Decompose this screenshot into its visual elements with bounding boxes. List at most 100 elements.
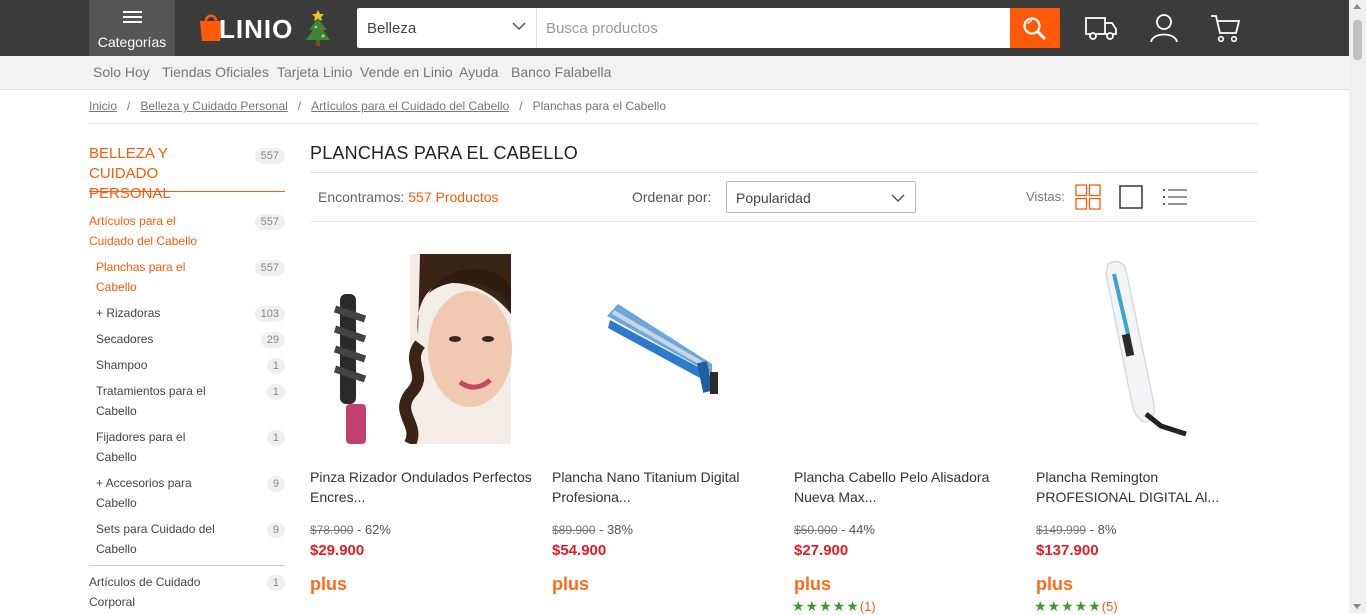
product-card[interactable]: Plancha Cabello Pelo Alisadora Nueva Max… [792,238,1016,615]
sidebar-item-accesorios[interactable]: + Accesorios para Cabello [96,473,216,513]
sidebar-item-count: 9 [266,476,285,492]
product-name[interactable]: Plancha Nano Titanium Digital Profesiona… [552,467,774,507]
discount-value: - 8% [1086,522,1117,537]
search-category-select[interactable]: Belleza [357,8,537,48]
nav-banco-falabella[interactable]: Banco Falabella [511,64,611,80]
search-bar: Belleza [357,8,1060,48]
product-name[interactable]: Plancha Remington PROFESIONAL DIGITAL Al… [1036,467,1258,507]
single-view-icon[interactable] [1118,184,1144,210]
product-old-price: $149.999 - 8% [1036,522,1116,537]
sort-value: Popularidad [736,190,811,206]
chevron-down-icon [512,22,526,31]
product-old-price: $89.900 - 38% [552,522,633,537]
search-category-value: Belleza [367,20,417,37]
categories-label: Categorías [97,34,167,50]
product-rating[interactable]: ★★★★★(5) [1034,598,1118,615]
nav-tarjeta-linio[interactable]: Tarjeta Linio [277,64,353,80]
product-price: $29.900 [310,542,365,559]
results-prefix: Encontramos: [318,189,405,205]
sidebar-item-count: 1 [266,358,285,374]
page-title: PLANCHAS PARA EL CABELLO [310,143,578,163]
sidebar-item-tratamientos[interactable]: Tratamientos para el Cabello [96,381,226,421]
product-old-price: $50.000 - 44% [794,522,875,537]
sidebar-item-planchas[interactable]: Planchas para el Cabello [96,257,206,297]
user-account-icon[interactable] [1147,12,1181,44]
delivery-truck-icon[interactable] [1084,12,1118,44]
product-name[interactable]: Pinza Rizador Ondulados Perfectos Encres… [310,467,532,507]
breadcrumb: Inicio / Belleza y Cuidado Personal / Artícu… [89,99,667,113]
nav-solo-hoy[interactable]: Solo Hoy [93,64,150,80]
results-number: 557 Productos [408,189,499,205]
views-label: Vistas: [1026,189,1065,204]
categories-button[interactable]: Categorías [89,0,175,56]
search-input[interactable] [538,8,1010,48]
product-price: $27.900 [794,542,849,559]
grid-view-icon[interactable] [1075,184,1101,210]
sort-label: Ordenar por: [632,189,712,205]
sidebar-item-count: 1 [266,384,285,400]
rating-stars-icon: ★★★★★ [1034,598,1102,614]
discount-value: - 62% [353,522,391,537]
breadcrumb-inicio[interactable]: Inicio [89,99,117,113]
scroll-down-arrow-icon[interactable] [1353,604,1361,609]
sidebar-item-cuidado-corporal[interactable]: Artículos de Cuidado Corporal [89,572,219,612]
breadcrumb-cuidado-cabello[interactable]: Artículos para el Cuidado del Cabello [311,99,509,113]
breadcrumb-divider [89,123,1259,124]
old-price-value: $89.900 [552,523,596,537]
sidebar-item-count: 103 [254,306,285,322]
toolbar-divider [310,221,1258,222]
product-card[interactable]: Pinza Rizador Ondulados Perfectos Encres… [310,238,532,613]
product-card[interactable]: Plancha Remington PROFESIONAL DIGITAL Al… [1034,238,1258,615]
linio-logo[interactable]: LINIO [197,10,297,46]
review-count: (1) [859,599,876,614]
sidebar-item-count: 557 [254,214,285,230]
sidebar-item-cuidado-cabello[interactable]: Artículos para el Cuidado del Cabello [89,211,209,251]
sidebar-item-shampoo[interactable]: Shampoo [96,355,236,375]
sidebar-item-sets[interactable]: Sets para Cuidado del Cabello [96,519,226,559]
product-card[interactable]: Plancha Nano Titanium Digital Profesiona… [552,238,774,613]
sidebar-item-count: 1 [266,430,285,446]
christmas-tree-icon [306,10,330,46]
product-rating[interactable]: ★★★★★(1) [792,598,876,615]
nav-tiendas-oficiales[interactable]: Tiendas Oficiales [162,64,269,80]
product-image [310,254,532,444]
breadcrumb-current: Planchas para el Cabello [532,99,667,113]
review-count: (5) [1101,599,1118,614]
breadcrumb-belleza[interactable]: Belleza y Cuidado Personal [140,99,287,113]
product-image [552,254,774,444]
sidebar-item-fijadores[interactable]: Fijadores para el Cabello [96,427,206,467]
sidebar-head-label[interactable]: BELLEZA Y CUIDADO PERSONAL [89,144,239,204]
search-icon [1023,17,1047,41]
sidebar-head-count: 557 [254,148,285,164]
product-name[interactable]: Plancha Cabello Pelo Alisadora Nueva Max… [794,467,1016,507]
results-count: Encontramos: 557 Productos [318,189,499,205]
sidebar-divider [89,191,285,192]
product-old-price: $78.900 - 62% [310,522,391,537]
title-divider [310,172,1258,173]
product-image [794,254,1016,444]
chevron-down-icon [891,194,905,203]
discount-value: - 38% [595,522,633,537]
product-image [1036,254,1258,444]
sidebar-item-rizadoras[interactable]: + Rizadoras [96,303,236,323]
rating-stars-icon: ★★★★★ [792,598,860,614]
nav-ayuda[interactable]: Ayuda [459,64,498,80]
sort-select[interactable]: Popularidad [726,181,916,213]
shopping-cart-icon[interactable] [1209,12,1243,44]
sidebar-divider [89,565,285,566]
scrollbar-thumb[interactable] [1353,20,1362,60]
plus-badge: plus [310,574,348,594]
nav-vende-en-linio[interactable]: Vende en Linio [360,64,453,80]
old-price-value: $149.999 [1036,523,1087,537]
sidebar-item-count: 29 [260,332,285,348]
sidebar-item-count: 557 [254,260,285,276]
list-view-icon[interactable] [1162,184,1188,210]
sidebar-item-count: 9 [266,522,285,538]
product-price: $137.900 [1036,542,1099,559]
scroll-up-arrow-icon[interactable] [1353,4,1361,9]
plus-badge: plus [794,574,832,594]
page-scrollbar[interactable] [1349,0,1366,613]
sidebar-item-secadores[interactable]: Secadores [96,329,236,349]
discount-value: - 44% [837,522,875,537]
search-button[interactable] [1010,8,1060,48]
